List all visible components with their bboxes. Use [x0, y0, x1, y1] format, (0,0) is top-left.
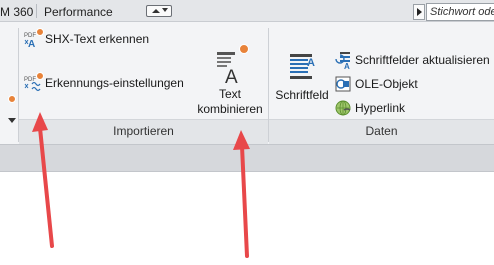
- svg-text:A: A: [28, 39, 35, 48]
- svg-text:A: A: [344, 62, 350, 69]
- search-input[interactable]: Stichwort ode: [426, 3, 494, 21]
- text-kombinieren-label-1: Text: [218, 87, 241, 101]
- badge-dot: [8, 95, 16, 103]
- tab-performance[interactable]: Performance: [44, 5, 113, 19]
- pdf-settings-icon: PDF: [24, 72, 44, 92]
- panel-title-daten: Daten: [365, 124, 398, 138]
- hyperlink-icon: [334, 99, 352, 117]
- badge-dot: [239, 44, 249, 54]
- ribbon-tab-row: M 360 Performance Stichwort ode: [0, 0, 494, 22]
- chevron-down-icon[interactable]: [8, 118, 16, 123]
- shx-text-label: SHX-Text erkennen: [45, 32, 150, 46]
- erkennungs-label: Erkennungs-einstellungen: [45, 76, 184, 90]
- shx-text-button[interactable]: PDF A SHX-Text erkennen: [24, 28, 150, 50]
- badge-dot: [36, 28, 44, 36]
- svg-text:A: A: [307, 57, 315, 69]
- badge-dot: [36, 72, 44, 80]
- text-kombinieren-label-2: kombinieren: [197, 102, 263, 116]
- pdf-shx-icon: PDF A: [24, 28, 44, 50]
- play-icon: [417, 8, 422, 16]
- schriftfelder-aktualisieren-button[interactable]: A Schriftfelder aktualisieren: [334, 51, 490, 71]
- svg-text:A: A: [225, 67, 238, 84]
- ribbon-panel-area: PDF A SHX-Text erkennen PDF Erkennungs-e…: [0, 22, 494, 144]
- drawing-canvas: [0, 172, 494, 265]
- hyperlink-button[interactable]: Hyperlink: [334, 99, 405, 117]
- tab-divider: [36, 4, 37, 18]
- schriftfeld-button[interactable]: A Schriftfeld: [272, 52, 332, 112]
- hyperlink-label: Hyperlink: [355, 101, 406, 115]
- update-fields-icon: A: [334, 51, 352, 71]
- text-kombinieren-button[interactable]: A Text kombinieren: [192, 44, 268, 120]
- text-combine-icon: A: [213, 44, 249, 88]
- collapse-icon: [152, 9, 160, 13]
- file-tab-strip: [0, 144, 494, 172]
- erkennungs-einstellungen-button[interactable]: PDF Erkennungs-einstellungen: [24, 72, 184, 92]
- ole-object-icon: [334, 75, 352, 93]
- field-icon: A: [287, 52, 317, 82]
- schriftfeld-label: Schriftfeld: [275, 88, 329, 102]
- search-expand-button[interactable]: [413, 4, 425, 20]
- schriftfelder-aktualisieren-label: Schriftfelder aktualisieren: [355, 53, 490, 67]
- chevron-down-icon[interactable]: [162, 8, 168, 12]
- ole-objekt-button[interactable]: OLE-Objekt: [334, 75, 418, 93]
- panel-title-importieren: Importieren: [113, 124, 174, 138]
- ole-objekt-label: OLE-Objekt: [355, 77, 418, 91]
- ribbon-minimize-dropdown[interactable]: [146, 5, 172, 17]
- tab-partial[interactable]: M 360: [0, 5, 33, 19]
